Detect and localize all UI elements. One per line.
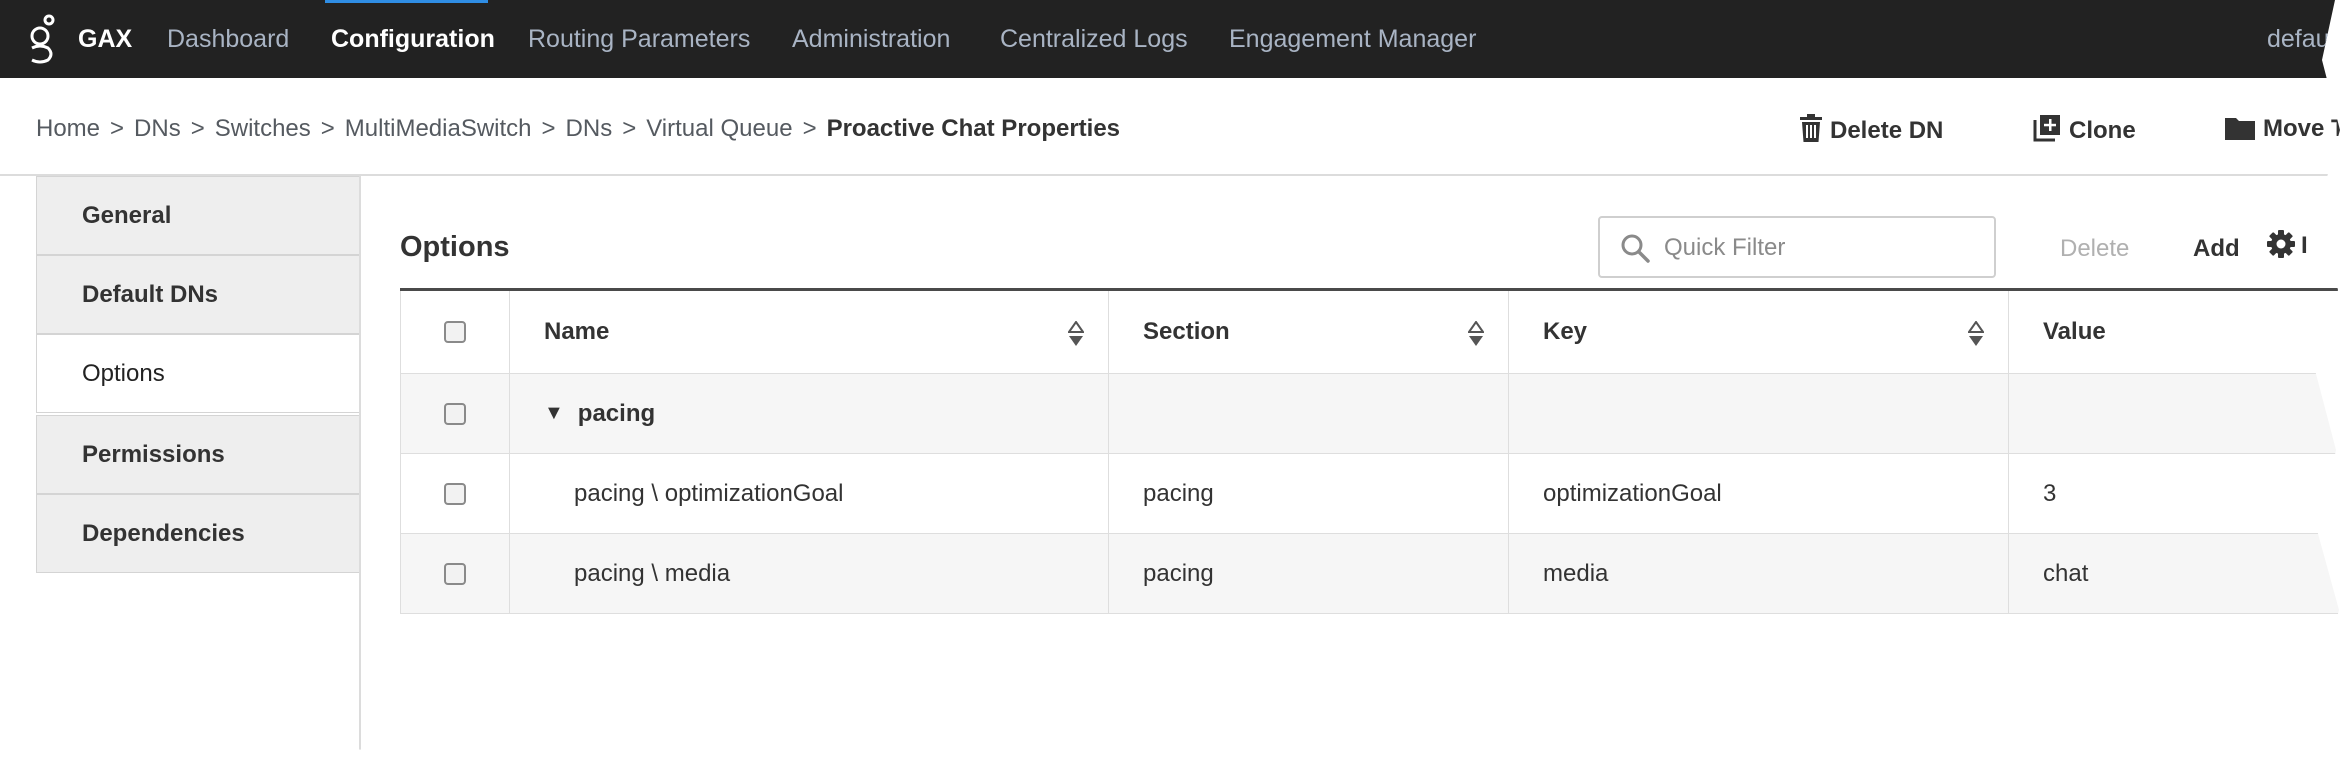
- breadcrumb-separator: >: [541, 115, 556, 142]
- column-header-key[interactable]: Key: [1509, 291, 2009, 373]
- caret-down-icon[interactable]: ▼: [544, 402, 564, 425]
- column-section-label: Section: [1143, 318, 1230, 345]
- sidebar: General Default DNs Options Permissions …: [36, 176, 360, 576]
- row-select-cell: [401, 534, 510, 613]
- quick-filter-input[interactable]: [1664, 230, 1984, 266]
- column-value-label: Value: [2043, 318, 2106, 345]
- table-header-row: Name Section Key Value: [400, 291, 2340, 374]
- sidebar-item-general[interactable]: General: [36, 176, 360, 255]
- sidebar-item-options[interactable]: Options: [36, 334, 360, 413]
- option-value-cell: chat: [2043, 559, 2089, 587]
- row-checkbox[interactable]: [444, 482, 466, 505]
- group-name-cell: ▼ pacing: [510, 374, 1109, 453]
- active-nav-indicator: [325, 0, 488, 3]
- column-header-section[interactable]: Section: [1109, 291, 1509, 373]
- column-header-name[interactable]: Name: [510, 291, 1109, 373]
- breadcrumb-separator: >: [622, 115, 637, 142]
- top-nav-bar: GAX Dashboard Configuration Routing Para…: [0, 0, 2340, 78]
- row-select-cell: [401, 454, 510, 533]
- genesys-logo-icon[interactable]: [24, 14, 58, 66]
- add-option-button[interactable]: Add: [2193, 234, 2240, 264]
- clone-button[interactable]: Clone: [2033, 114, 2136, 146]
- folder-icon: [2225, 118, 2255, 140]
- more-options-button[interactable]: I: [2267, 230, 2308, 261]
- column-key-label: Key: [1543, 318, 1588, 345]
- breadcrumb-separator: >: [802, 115, 817, 142]
- app-window: GAX Dashboard Configuration Routing Para…: [0, 0, 2345, 756]
- nav-centralized-logs[interactable]: Centralized Logs: [1000, 24, 1188, 54]
- option-section-cell: pacing: [1109, 534, 1509, 613]
- breadcrumb-separator: >: [320, 115, 335, 142]
- nav-configuration[interactable]: Configuration: [331, 24, 495, 54]
- user-menu[interactable]: defau: [2267, 24, 2330, 54]
- table-cell: [1509, 374, 2009, 453]
- option-key-cell: media: [1509, 534, 2009, 613]
- sort-icon[interactable]: [1068, 321, 1084, 347]
- sidebar-divider: [359, 176, 361, 756]
- breadcrumb-multimediaswitch[interactable]: MultiMediaSwitch: [345, 115, 532, 142]
- gear-icon: [2267, 230, 2295, 258]
- breadcrumb-dns-2[interactable]: DNs: [566, 115, 613, 142]
- move-label: Move T: [2263, 115, 2345, 142]
- brand-name[interactable]: GAX: [78, 24, 132, 54]
- column-header-value[interactable]: Value: [2009, 291, 2340, 373]
- option-section-cell: pacing: [1109, 454, 1509, 533]
- nav-administration[interactable]: Administration: [792, 24, 950, 54]
- breadcrumb-switches[interactable]: Switches: [215, 115, 311, 142]
- breadcrumb-separator: >: [110, 115, 125, 142]
- sort-icon[interactable]: [1968, 321, 1984, 347]
- header-select-cell: [401, 291, 510, 373]
- table-cell: [2009, 374, 2340, 453]
- breadcrumb: Home > DNs > Switches > MultiMediaSwitch > DNs > V…: [36, 114, 1120, 144]
- delete-dn-label: Delete DN: [1830, 117, 1944, 144]
- delete-dn-button[interactable]: Delete DN: [1800, 114, 1943, 146]
- option-name-cell: pacing \ optimizationGoal: [510, 454, 1109, 533]
- nav-engagement-manager[interactable]: Engagement Manager: [1229, 24, 1476, 54]
- breadcrumb-bar: Home > DNs > Switches > MultiMediaSwitch > DNs > V…: [0, 78, 2345, 176]
- clone-icon: [2033, 115, 2060, 142]
- breadcrumb-separator: >: [190, 115, 205, 142]
- breadcrumb-current: Proactive Chat Properties: [826, 115, 1121, 142]
- sidebar-item-default-dns[interactable]: Default DNs: [36, 255, 360, 334]
- breadcrumb-virtual-queue[interactable]: Virtual Queue: [646, 115, 792, 142]
- sidebar-item-permissions[interactable]: Permissions: [36, 415, 360, 494]
- table-row[interactable]: pacing \ media pacing media chat: [400, 534, 2340, 614]
- table-cell: [1109, 374, 1509, 453]
- column-name-label: Name: [544, 318, 610, 345]
- breadcrumb-home[interactable]: Home: [36, 115, 100, 142]
- sidebar-item-dependencies[interactable]: Dependencies: [36, 494, 360, 573]
- table-row[interactable]: pacing \ optimizationGoal pacing optimiz…: [400, 454, 2340, 534]
- delete-option-button[interactable]: Delete: [2060, 234, 2129, 264]
- option-name-cell: pacing \ media: [510, 534, 1109, 613]
- panel-title: Options: [400, 231, 510, 263]
- more-options-label: I: [2301, 232, 2308, 259]
- search-icon: [1621, 234, 1650, 263]
- clone-label: Clone: [2069, 117, 2136, 144]
- row-checkbox[interactable]: [444, 402, 466, 425]
- options-table: Name Section Key Value ▼ pacing pacing \…: [400, 288, 2340, 614]
- nav-dashboard[interactable]: Dashboard: [167, 24, 289, 54]
- select-all-checkbox[interactable]: [444, 321, 466, 343]
- row-select-cell: [401, 374, 510, 453]
- group-row-pacing[interactable]: ▼ pacing: [400, 374, 2340, 454]
- nav-routing-parameters[interactable]: Routing Parameters: [528, 24, 750, 54]
- quick-filter[interactable]: [1598, 216, 1996, 278]
- group-label: pacing: [577, 399, 656, 427]
- trash-icon: [1800, 114, 1822, 142]
- row-checkbox[interactable]: [444, 562, 466, 585]
- option-key-cell: optimizationGoal: [1509, 454, 2009, 533]
- sort-icon[interactable]: [1468, 321, 1484, 347]
- breadcrumb-dns[interactable]: DNs: [134, 115, 181, 142]
- option-value-cell: 3: [2043, 479, 2057, 507]
- move-button[interactable]: Move T: [2225, 114, 2345, 144]
